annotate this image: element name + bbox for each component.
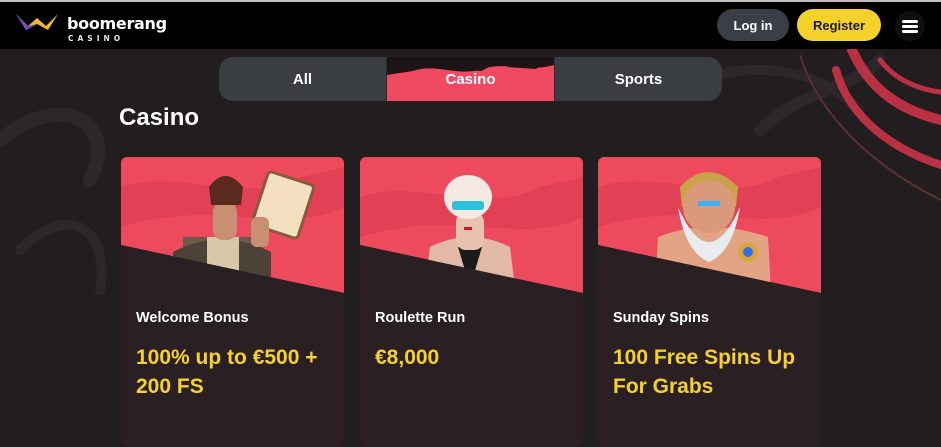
- section-title: Casino: [119, 104, 200, 131]
- card-offer: 100% up to €500 + 200 FS: [136, 346, 318, 398]
- tab-casino-label: Casino: [445, 70, 496, 88]
- tab-sports[interactable]: Sports: [554, 57, 722, 101]
- category-tabs: All Casino Sports: [219, 57, 722, 101]
- card-offer: €8,000: [375, 346, 440, 369]
- login-button[interactable]: Log in: [717, 9, 789, 41]
- logo-subtitle: CASINO: [68, 34, 125, 43]
- top-header: boomerang CASINO Log in Register: [0, 2, 941, 49]
- tab-sports-label: Sports: [614, 70, 663, 88]
- register-button[interactable]: Register: [797, 9, 881, 41]
- card-title: Roulette Run: [375, 310, 466, 326]
- roulette-run-woman-image: [360, 157, 583, 327]
- promo-card-welcome-bonus[interactable]: Welcome Bonus 100% up to €500 + 200 FS: [121, 157, 344, 447]
- promo-card-sunday-spins[interactable]: Sunday Spins 100 Free Spins Up For Grabs: [598, 157, 821, 447]
- promo-card-roulette-run[interactable]: Roulette Run €8,000: [360, 157, 583, 447]
- welcome-bonus-character-image: [121, 157, 344, 327]
- hamburger-menu-icon[interactable]: [895, 11, 925, 41]
- card-title: Sunday Spins: [613, 310, 709, 326]
- card-title: Welcome Bonus: [136, 310, 249, 326]
- tab-casino[interactable]: Casino: [386, 57, 554, 101]
- card-offer: 100 Free Spins Up For Grabs: [613, 346, 796, 398]
- logo-wordmark: boomerang: [67, 14, 167, 33]
- tab-all-label: All: [292, 70, 313, 88]
- boomerang-casino-logo[interactable]: boomerang CASINO: [14, 10, 174, 44]
- tab-all[interactable]: All: [219, 57, 386, 101]
- sunday-spins-zeus-image: [598, 157, 821, 327]
- boomerang-logo-icon: [16, 14, 58, 30]
